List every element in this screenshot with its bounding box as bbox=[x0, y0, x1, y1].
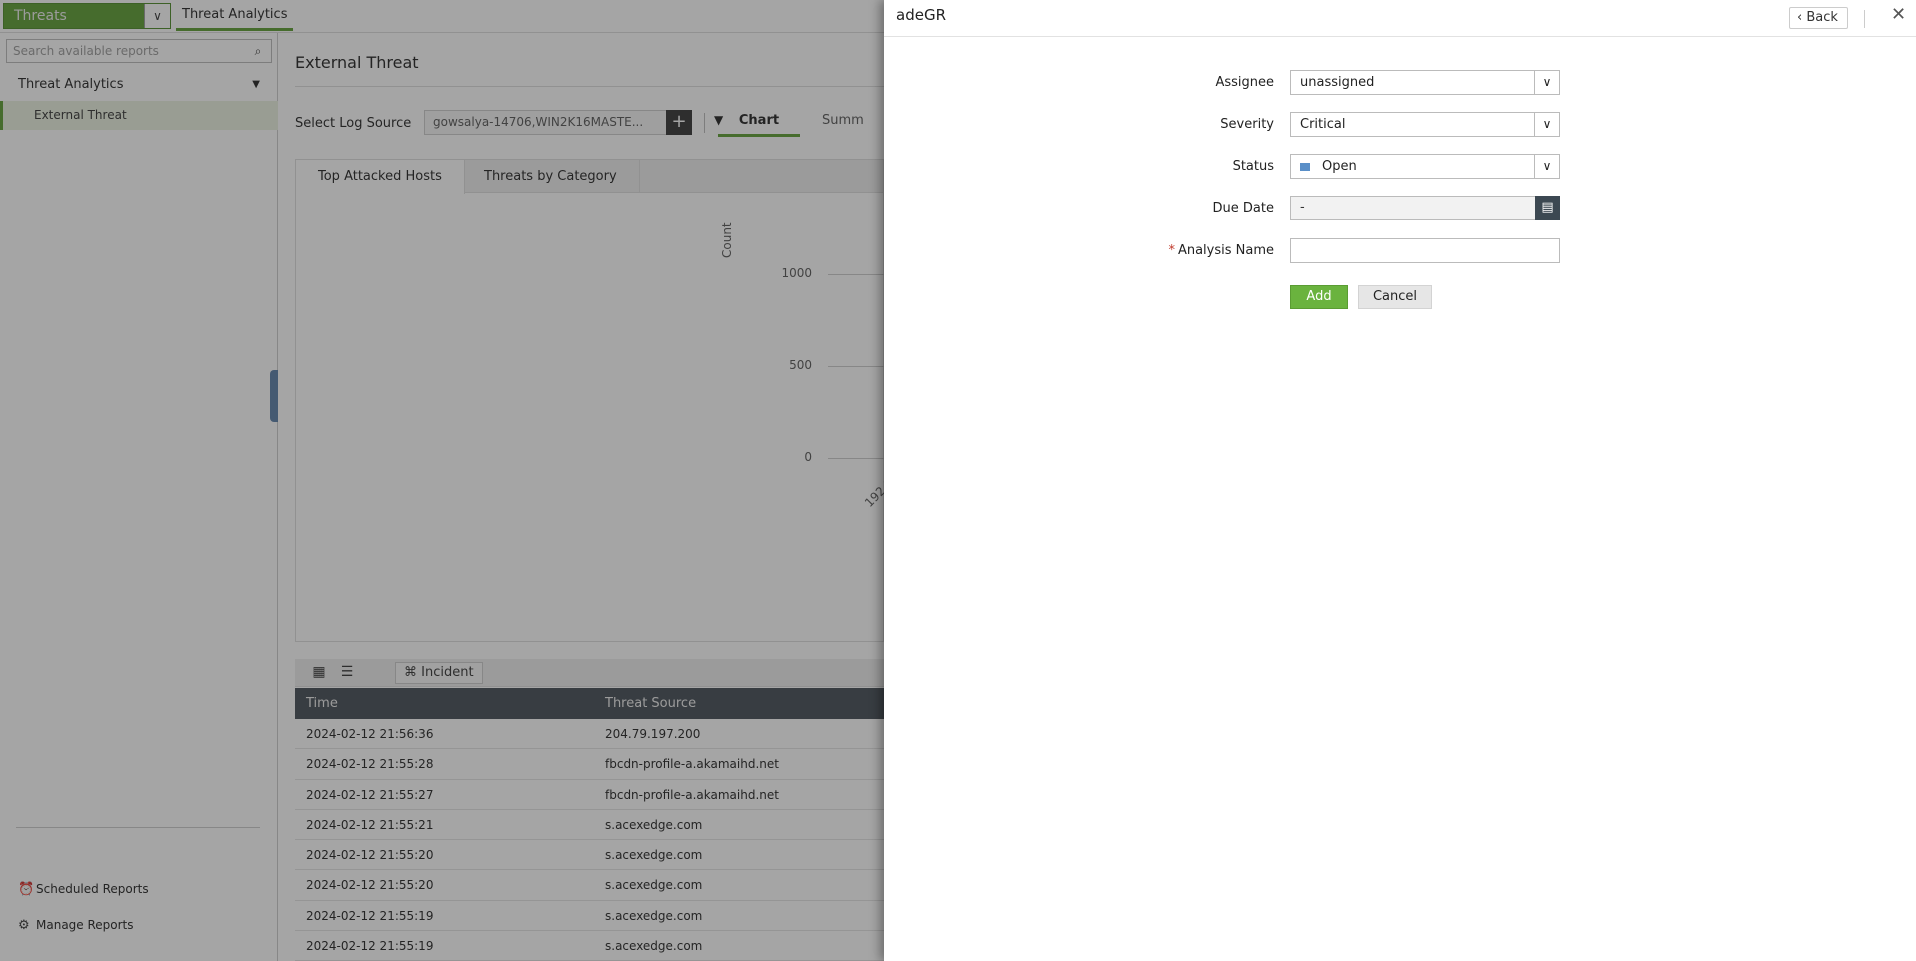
assignee-label: Assignee bbox=[1215, 75, 1274, 90]
dialog-title: adeGR bbox=[896, 6, 946, 24]
add-button[interactable]: Add bbox=[1290, 285, 1348, 309]
severity-select[interactable]: Critical ∨ bbox=[1290, 112, 1560, 137]
status-select[interactable]: Open ∨ bbox=[1290, 154, 1560, 179]
status-color-swatch bbox=[1300, 162, 1310, 171]
chevron-down-icon[interactable]: ∨ bbox=[1534, 113, 1559, 136]
assignee-value: unassigned bbox=[1300, 75, 1375, 90]
analysis-name-label-text: Analysis Name bbox=[1177, 243, 1274, 258]
chevron-left-icon: ‹ bbox=[1797, 10, 1803, 25]
calendar-icon[interactable]: ▤ bbox=[1535, 196, 1560, 220]
dialog-header-divider bbox=[884, 36, 1916, 37]
status-value: Open bbox=[1322, 159, 1357, 174]
add-analysis-dialog: adeGR ‹ Back ✕ Assignee unassigned ∨ Sev… bbox=[884, 0, 1916, 961]
analysis-name-label: * Analysis Name bbox=[1064, 243, 1274, 258]
severity-value: Critical bbox=[1300, 117, 1346, 132]
modal-backdrop[interactable] bbox=[0, 0, 884, 961]
due-date-value: - bbox=[1300, 200, 1305, 215]
chevron-down-icon[interactable]: ∨ bbox=[1534, 155, 1559, 178]
status-label: Status bbox=[1232, 159, 1274, 174]
assignee-select[interactable]: unassigned ∨ bbox=[1290, 70, 1560, 95]
required-asterisk: * bbox=[1168, 243, 1175, 258]
header-divider bbox=[1864, 10, 1865, 28]
back-label: Back bbox=[1806, 10, 1838, 25]
due-date-field[interactable]: - ▤ bbox=[1290, 196, 1560, 220]
cancel-button[interactable]: Cancel bbox=[1358, 285, 1432, 309]
close-icon[interactable]: ✕ bbox=[1891, 4, 1906, 25]
due-date-label: Due Date bbox=[1212, 201, 1274, 216]
chevron-down-icon[interactable]: ∨ bbox=[1534, 71, 1559, 94]
severity-label: Severity bbox=[1220, 117, 1274, 132]
back-button[interactable]: ‹ Back bbox=[1789, 7, 1848, 29]
app-root: Threats ∨ Threat Analytics Search availa… bbox=[0, 0, 1916, 961]
analysis-name-input[interactable] bbox=[1290, 238, 1560, 263]
